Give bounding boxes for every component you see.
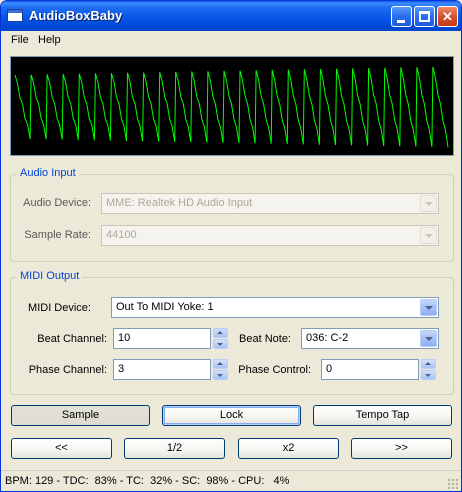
status-text: BPM: 129 - TDC: 83% - TC: 32% - SC: 98% … — [5, 475, 290, 487]
audio-input-group: Audio Input — [10, 167, 454, 262]
menu-bar: File Help — [1, 31, 461, 50]
resize-grip-icon[interactable] — [447, 478, 459, 490]
chevron-down-icon — [420, 227, 437, 244]
chevron-down-icon — [420, 330, 437, 347]
minimize-button[interactable] — [391, 6, 412, 27]
phase-control-label: Phase Control: — [238, 364, 311, 376]
phase-channel-label: Phase Channel: — [28, 364, 107, 376]
phase-channel-input[interactable]: 3 — [113, 359, 211, 380]
phase-control-value: 0 — [326, 363, 333, 375]
prev-button[interactable]: << — [11, 438, 112, 459]
sample-rate-label: Sample Rate: — [24, 229, 91, 241]
beat-channel-spinner[interactable] — [213, 328, 228, 349]
sample-rate-select[interactable]: 44100 — [101, 225, 439, 246]
waveform-line — [14, 66, 449, 148]
waveform-trace — [14, 66, 449, 148]
half-tempo-button[interactable]: 1/2 — [124, 438, 225, 459]
spin-up-icon[interactable] — [213, 328, 228, 338]
beat-note-label: Beat Note: — [239, 333, 291, 345]
title-bar[interactable]: AudioBoxBaby ✕ — [1, 1, 461, 31]
phase-channel-value: 3 — [118, 363, 125, 375]
spin-down-icon[interactable] — [213, 339, 228, 349]
window-title: AudioBoxBaby — [29, 8, 123, 23]
phase-control-input[interactable]: 0 — [321, 359, 419, 380]
next-button[interactable]: >> — [351, 438, 452, 459]
phase-control-spinner[interactable] — [421, 359, 436, 380]
lock-button[interactable]: Lock — [162, 405, 301, 426]
beat-note-value: 036: C-2 — [306, 332, 349, 344]
spin-down-icon[interactable] — [421, 370, 436, 380]
chevron-down-icon — [420, 299, 437, 316]
app-window-icon — [7, 9, 23, 22]
audio-device-label: Audio Device: — [23, 197, 91, 209]
midi-output-title: MIDI Output — [17, 270, 83, 282]
menu-file[interactable]: File — [11, 34, 29, 46]
spin-down-icon[interactable] — [213, 370, 228, 380]
close-icon: ✕ — [442, 9, 453, 24]
menu-help[interactable]: Help — [38, 34, 61, 46]
app-window: AudioBoxBaby ✕ File Help Audio Input Aud… — [0, 0, 462, 492]
maximize-button[interactable] — [414, 6, 435, 27]
beat-note-select[interactable]: 036: C-2 — [301, 328, 439, 349]
audio-input-title: Audio Input — [17, 167, 79, 179]
minimize-icon — [397, 20, 405, 23]
midi-device-label: MIDI Device: — [28, 302, 91, 314]
spin-up-icon[interactable] — [421, 359, 436, 369]
audio-device-select[interactable]: MME: Realtek HD Audio Input — [101, 193, 439, 214]
beat-channel-label: Beat Channel: — [37, 333, 107, 345]
waveform-display — [10, 56, 454, 156]
close-button[interactable]: ✕ — [437, 6, 458, 27]
spin-up-icon[interactable] — [213, 359, 228, 369]
beat-channel-value: 10 — [118, 332, 131, 344]
sample-button[interactable]: Sample — [11, 405, 150, 426]
phase-channel-spinner[interactable] — [213, 359, 228, 380]
beat-channel-input[interactable]: 10 — [113, 328, 211, 349]
status-bar: BPM: 129 - TDC: 83% - TC: 32% - SC: 98% … — [1, 470, 461, 491]
midi-device-select[interactable]: Out To MIDI Yoke: 1 — [111, 297, 439, 318]
audio-device-value: MME: Realtek HD Audio Input — [106, 197, 253, 209]
midi-device-value: Out To MIDI Yoke: 1 — [116, 301, 214, 313]
tempo-tap-button[interactable]: Tempo Tap — [313, 405, 452, 426]
chevron-down-icon — [420, 195, 437, 212]
double-tempo-button[interactable]: x2 — [238, 438, 339, 459]
maximize-icon — [419, 11, 430, 22]
sample-rate-value: 44100 — [106, 229, 137, 241]
